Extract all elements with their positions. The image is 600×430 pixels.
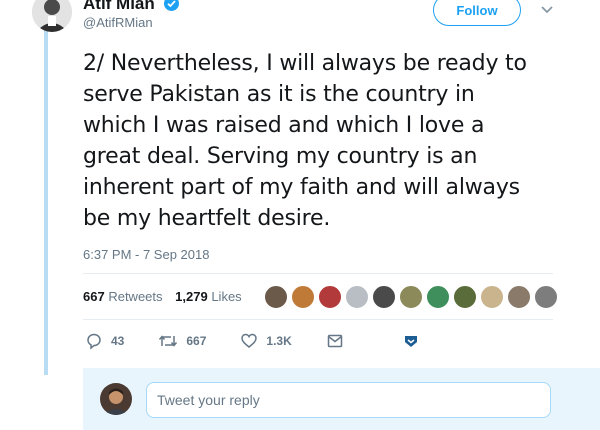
retweet-action[interactable]: 667	[158, 332, 206, 350]
liker-avatar[interactable]	[534, 285, 558, 309]
author-name-text: Atif Mian	[83, 0, 155, 13]
divider	[83, 319, 553, 320]
liker-avatar[interactable]	[372, 285, 396, 309]
retweets-label: Retweets	[108, 289, 163, 304]
author-handle[interactable]: @AtifRMian	[83, 15, 153, 30]
liker-avatars	[264, 285, 558, 309]
liker-avatar[interactable]	[426, 285, 450, 309]
author-name[interactable]: Atif Mian	[83, 0, 179, 14]
user-avatar[interactable]	[100, 383, 132, 415]
retweet-icon	[159, 335, 178, 347]
liker-avatar[interactable]	[480, 285, 504, 309]
tweet-text-line: be my heartfelt desire.	[83, 206, 331, 231]
tweet-text-line: inherent part of my faith and will alway…	[83, 175, 520, 200]
like-action[interactable]: 1.3K	[240, 332, 292, 350]
reply-input[interactable]	[146, 382, 551, 418]
like-icon	[241, 333, 258, 348]
reply-action[interactable]: 43	[85, 332, 124, 350]
tweet-timestamp[interactable]: 6:37 PM - 7 Sep 2018	[83, 247, 209, 262]
tweet-text: 2/ Nevertheless, I will always be ready …	[83, 48, 583, 234]
like-count: 1.3K	[266, 334, 292, 348]
retweets-stat[interactable]: 667 Retweets	[83, 289, 166, 304]
author-avatar[interactable]	[32, 0, 72, 32]
retweet-count: 667	[186, 334, 207, 348]
reply-icon	[87, 333, 101, 350]
likes-stat[interactable]: 1,279 Likes	[175, 289, 242, 304]
thread-connector-line	[44, 0, 48, 375]
tweet-stats: 667 Retweets 1,279 Likes	[83, 289, 242, 304]
tweet-actions: 43 667 1.3K	[85, 332, 420, 350]
direct-message-icon	[327, 334, 342, 348]
follow-button[interactable]: Follow	[433, 0, 521, 26]
tweet-text-line: which I was raised and which I love a	[83, 113, 485, 138]
retweets-count: 667	[83, 289, 105, 304]
bookmark-icon	[404, 336, 417, 347]
tweet-text-line: serve Pakistan as it is the country in	[83, 82, 475, 107]
tweet-text-line: great deal. Serving my country is an	[83, 144, 478, 169]
liker-avatar[interactable]	[453, 285, 477, 309]
verified-badge-icon	[163, 0, 179, 11]
liker-avatar[interactable]	[318, 285, 342, 309]
liker-avatar[interactable]	[399, 285, 423, 309]
tweet-text-line: 2/ Nevertheless, I will always be ready …	[83, 51, 527, 76]
likes-label: Likes	[211, 289, 242, 304]
divider	[83, 273, 553, 274]
direct-message-action[interactable]	[326, 332, 344, 350]
likes-count: 1,279	[175, 289, 208, 304]
reply-count: 43	[111, 334, 125, 348]
chevron-down-icon[interactable]	[538, 0, 556, 18]
liker-avatar[interactable]	[264, 285, 288, 309]
liker-avatar[interactable]	[507, 285, 531, 309]
liker-avatar[interactable]	[345, 285, 369, 309]
liker-avatar[interactable]	[291, 285, 315, 309]
bookmark-action[interactable]	[402, 332, 420, 350]
